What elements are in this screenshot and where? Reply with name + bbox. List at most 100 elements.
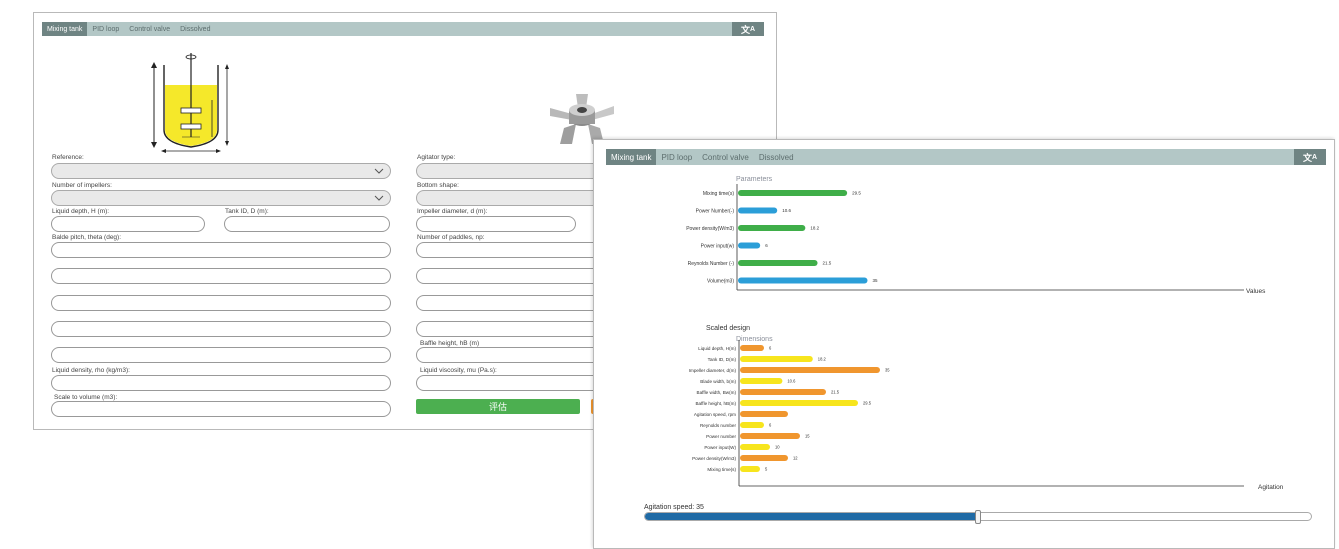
tank-id-label: Tank ID, D (m):	[225, 208, 269, 215]
impeller-diameter-input[interactable]	[416, 216, 576, 232]
blade-pitch-input-4[interactable]	[51, 321, 391, 337]
liquid-depth-input[interactable]	[51, 216, 205, 232]
bar	[738, 277, 868, 284]
scale-volume-input[interactable]	[51, 401, 391, 417]
reference-label: Reference:	[52, 154, 84, 161]
category-label: Power input(w)	[701, 243, 735, 249]
category-label: Baffle width, Bw(m)	[697, 390, 737, 395]
category-label: Power number	[706, 434, 736, 439]
bar	[738, 190, 848, 196]
value-label: 35	[885, 368, 890, 373]
category-label: Mixing time(s)	[707, 467, 736, 472]
liquid-viscosity-label: Liquid viscosity, mu (Pa.s):	[420, 367, 497, 374]
bar	[738, 225, 806, 231]
category-label: Liquid depth, H(m)	[698, 346, 736, 351]
category-label: Tank ID, D(m)	[708, 357, 737, 362]
bar	[740, 367, 880, 373]
category-label: Mixing time(s)	[703, 191, 734, 197]
baffle-height-label: Baffle height, hB (m)	[420, 340, 480, 347]
translate-icon[interactable]: 文A	[732, 22, 764, 36]
tab-dissolved[interactable]: Dissolved	[754, 149, 799, 165]
results-window: Mixing tank PID loop Control valve Disso…	[593, 139, 1335, 549]
liquid-viscosity-input[interactable]	[416, 375, 616, 391]
category-label: Volume(m3)	[707, 278, 734, 284]
tank-id-input[interactable]	[224, 216, 390, 232]
value-label: 35	[873, 278, 879, 283]
tank-diagram	[151, 53, 229, 153]
bar	[738, 242, 761, 249]
tab-pid-loop[interactable]: PID loop	[656, 149, 697, 165]
category-label: Agitation speed, rpm	[694, 412, 736, 417]
evaluate-button[interactable]: 评估	[416, 399, 580, 414]
tab-mixing-tank[interactable]: Mixing tank	[606, 149, 657, 165]
blade-pitch-input-5[interactable]	[51, 347, 391, 363]
liquid-density-input[interactable]	[51, 375, 391, 391]
blade-pitch-label: Balde pitch, theta (deg):	[52, 234, 122, 241]
value-label: 6	[769, 423, 772, 428]
tab-dissolved[interactable]: Dissolved	[175, 22, 215, 36]
x-axis-label: Values	[1246, 288, 1266, 295]
value-label: 10.6	[782, 208, 791, 213]
blade-pitch-input-3[interactable]	[51, 295, 391, 311]
paddles-input-1[interactable]	[416, 242, 616, 258]
bar	[740, 455, 788, 461]
reference-select[interactable]	[51, 163, 391, 179]
tab-bar: Mixing tank PID loop Control valve Disso…	[606, 149, 1326, 165]
tab-pid-loop[interactable]: PID loop	[87, 22, 124, 36]
blade-pitch-input-2[interactable]	[51, 268, 391, 284]
bar	[740, 378, 783, 384]
value-label: 29.5	[852, 191, 861, 196]
bottom-shape-select[interactable]	[416, 190, 616, 206]
value-label: 6	[769, 346, 772, 351]
scaled-design-chart: Agitation Liquid depth, H(m) 6 Tank ID, D(m…	[689, 340, 1284, 491]
liquid-density-label: Liquid density, rho (kg/m3):	[52, 367, 130, 374]
bar	[740, 400, 858, 406]
impeller-diameter-label: Impeller diameter, d (m):	[417, 208, 488, 215]
baffle-height-input[interactable]	[416, 347, 616, 363]
bar	[740, 433, 800, 439]
agitation-speed-slider[interactable]	[644, 510, 1312, 524]
value-label: 15	[805, 434, 810, 439]
category-label: Power density(W/m3)	[692, 456, 736, 461]
agitator-type-select[interactable]	[416, 163, 616, 179]
value-label: 12	[793, 456, 798, 461]
agitator-type-label: Agitator type:	[417, 154, 456, 161]
value-label: 5	[765, 467, 768, 472]
tab-control-valve[interactable]: Control valve	[697, 149, 754, 165]
paddles-input-2[interactable]	[416, 268, 616, 284]
category-label: Power Number(-)	[696, 208, 735, 214]
category-label: Reynolds Number (-)	[688, 261, 735, 267]
liquid-depth-label: Liquid depth, H (m):	[52, 208, 110, 215]
blade-pitch-input-1[interactable]	[51, 242, 391, 258]
bar	[740, 389, 826, 395]
translate-icon[interactable]: 文A	[1294, 149, 1326, 165]
category-label: Impeller diameter, d(m)	[689, 368, 737, 373]
parameters-chart: Values Mixing time(s) 29.5 Power Number(-) 1…	[686, 184, 1266, 295]
impellers-select[interactable]	[51, 190, 391, 206]
slider-thumb[interactable]	[975, 510, 981, 524]
category-label: Baffle height, hB(m)	[695, 401, 736, 406]
category-label: Blade width, b(m)	[700, 379, 736, 384]
chevron-down-icon	[374, 168, 384, 174]
paddles-input-3[interactable]	[416, 295, 616, 311]
category-label: Power input(W)	[704, 445, 736, 450]
bottom-shape-label: Bottom shape:	[417, 182, 459, 189]
value-label: 18.2	[810, 226, 819, 231]
bar	[740, 356, 813, 362]
value-label: 10	[775, 445, 780, 450]
bar	[738, 260, 818, 266]
chevron-down-icon	[374, 195, 384, 201]
tab-control-valve[interactable]: Control valve	[124, 22, 175, 36]
bar	[740, 422, 764, 428]
value-label: 10.6	[787, 379, 796, 384]
value-label: 6	[765, 243, 768, 248]
tab-mixing-tank[interactable]: Mixing tank	[42, 22, 88, 36]
paddles-label: Number of paddles, np:	[417, 234, 485, 241]
impellers-label: Number of impellers:	[52, 182, 112, 189]
category-label: Power density(W/m3)	[686, 226, 734, 232]
agitation-speed-label: Agitation speed: 35	[644, 504, 704, 511]
paddles-input-4[interactable]	[416, 321, 616, 337]
x-axis-label: Agitation	[1258, 484, 1284, 491]
bar	[740, 411, 788, 417]
bar	[740, 444, 770, 450]
